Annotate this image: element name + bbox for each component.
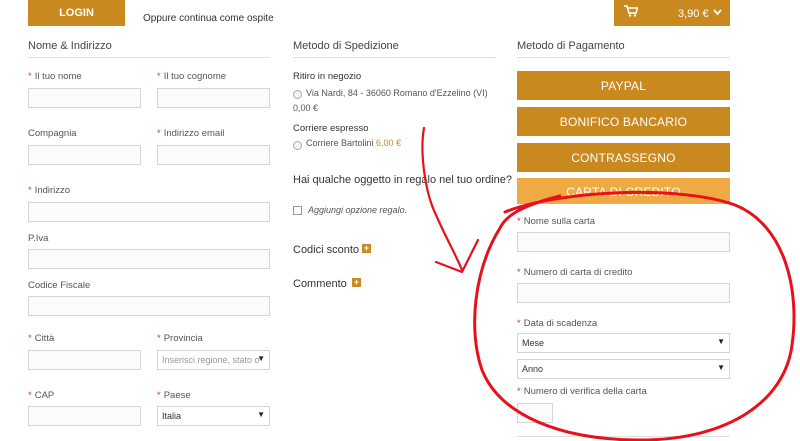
address-divider <box>28 57 270 58</box>
email-label: * Indirizzo email <box>157 128 225 139</box>
province-label: * Provincia <box>157 333 203 344</box>
paypal-button[interactable]: PAYPAL <box>517 71 730 100</box>
annotation-arrow-head <box>434 238 480 274</box>
tax-code-input[interactable] <box>28 296 270 316</box>
comment-plus-icon[interactable]: + <box>352 278 361 287</box>
gift-question: Hai qualche oggetto in regalo nel tuo or… <box>293 174 512 186</box>
cvv-input[interactable] <box>517 403 553 423</box>
express-radio[interactable] <box>293 141 302 150</box>
shipping-section-title: Metodo di Spedizione <box>293 40 399 52</box>
bank-transfer-button[interactable]: BONIFICO BANCARIO <box>517 107 730 136</box>
payment-bottom-divider <box>517 436 730 437</box>
cart-button[interactable]: 3,90 € <box>614 0 730 26</box>
cvv-label: * Numero di verifica della carta <box>517 386 647 397</box>
dropdown-arrow-icon: ▼ <box>257 410 265 419</box>
company-label: Compagnia <box>28 128 77 139</box>
last-name-label: * Il tuo cognome <box>157 71 227 82</box>
express-option-label: Corriere Bartolini 6,00 € <box>306 138 402 148</box>
card-name-input[interactable] <box>517 232 730 252</box>
zip-label: * CAP <box>28 390 55 401</box>
last-name-input[interactable] <box>157 88 270 108</box>
shipping-divider <box>293 57 495 58</box>
country-select[interactable]: Italia ▼ <box>157 406 270 426</box>
email-input[interactable] <box>157 145 270 165</box>
chevron-down-icon <box>713 8 722 19</box>
credit-card-button[interactable]: CARTA DI CREDITO <box>517 178 730 204</box>
address-label: * Indirizzo <box>28 185 71 196</box>
gift-option-label: Aggiungi opzione regalo. <box>308 205 408 215</box>
address-input[interactable] <box>28 202 270 222</box>
vat-label: P.Iva <box>28 233 49 244</box>
cart-total: 3,90 € <box>678 8 709 20</box>
vat-input[interactable] <box>28 249 270 269</box>
dropdown-arrow-icon: ▼ <box>257 354 265 363</box>
comment-label[interactable]: Commento <box>293 278 347 290</box>
payment-divider <box>517 57 730 58</box>
expiry-year-select[interactable]: Anno ▼ <box>517 359 730 379</box>
card-number-label: * Numero di carta di credito <box>517 267 633 278</box>
cart-icon <box>624 5 639 20</box>
city-input[interactable] <box>28 350 141 370</box>
login-button[interactable]: LOGIN <box>28 0 125 26</box>
express-price: 6,00 € <box>376 138 402 148</box>
company-input[interactable] <box>28 145 141 165</box>
zip-input[interactable] <box>28 406 141 426</box>
payment-section-title: Metodo di Pagamento <box>517 40 625 52</box>
expiry-month-select[interactable]: Mese ▼ <box>517 333 730 353</box>
express-title: Corriere espresso <box>293 123 369 134</box>
annotation-arrow-line <box>421 126 464 272</box>
country-label: * Paese <box>157 390 191 401</box>
tax-code-label: Codice Fiscale <box>28 280 91 291</box>
province-select[interactable]: Inserisci regione, stato o ▼ <box>157 350 270 370</box>
card-name-label: * Nome sulla carta <box>517 216 595 227</box>
login-label: LOGIN <box>59 7 94 19</box>
gift-checkbox[interactable] <box>293 206 302 215</box>
guest-checkout-text: Oppure continua come ospite <box>143 13 274 24</box>
pickup-radio[interactable] <box>293 90 302 99</box>
city-label: * Città <box>28 333 55 344</box>
first-name-input[interactable] <box>28 88 141 108</box>
dropdown-arrow-icon: ▼ <box>717 337 725 346</box>
expiry-label: * Data di scadenza <box>517 318 598 329</box>
card-number-input[interactable] <box>517 283 730 303</box>
cash-on-delivery-button[interactable]: CONTRASSEGNO <box>517 143 730 172</box>
discount-plus-icon[interactable]: + <box>362 244 371 253</box>
pickup-price: 0,00 € <box>293 103 319 113</box>
address-section-title: Nome & Indirizzo <box>28 40 112 52</box>
first-name-label: * Il tuo nome <box>28 71 82 82</box>
discount-label[interactable]: Codici sconto <box>293 244 359 256</box>
pickup-option-label: Via Nardi, 84 - 36060 Romano d'Ezzelino … <box>306 88 488 98</box>
pickup-title: Ritiro in negozio <box>293 71 362 82</box>
dropdown-arrow-icon: ▼ <box>717 363 725 372</box>
